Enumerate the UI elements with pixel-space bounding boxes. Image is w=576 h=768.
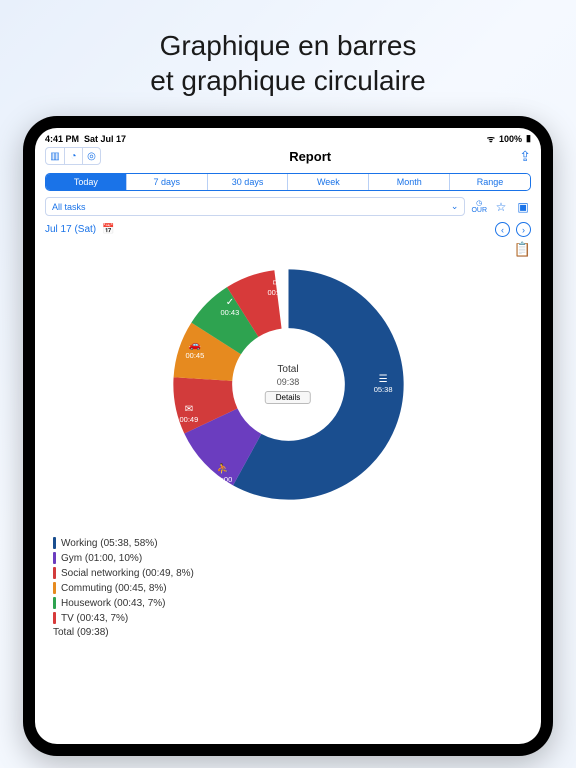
slice-label-tv: ▭00:43 xyxy=(268,277,287,297)
page-title: Report xyxy=(289,149,331,164)
chart-area: 📋 Total 09:38 Details xyxy=(35,239,541,529)
calendar-icon[interactable]: 📅 xyxy=(102,224,114,235)
slice-label-housework: ✓00:43 xyxy=(221,297,240,317)
pie-chart-icon[interactable]: ◔ xyxy=(64,148,82,164)
nav-bar: ▥ ◔ ◎ Report ⇪ xyxy=(35,145,541,169)
chevron-down-icon: ⌄ xyxy=(451,201,459,212)
screen: 4:41 PM Sat Jul 17 ᯤ 100% ▮ ▥ ◔ ◎ Report… xyxy=(35,128,541,744)
task-filter-select[interactable]: All tasks ⌄ xyxy=(45,197,465,216)
next-day-button[interactable]: › xyxy=(516,222,531,237)
device-frame: 4:41 PM Sat Jul 17 ᯤ 100% ▮ ▥ ◔ ◎ Report… xyxy=(23,116,553,756)
seg-month[interactable]: Month xyxy=(368,174,449,190)
wifi-icon: ᯤ xyxy=(487,132,495,145)
seg-7days[interactable]: 7 days xyxy=(126,174,207,190)
legend-item: Gym (01:00, 10%) xyxy=(53,552,523,564)
legend-item: Commuting (00:45, 8%) xyxy=(53,582,523,594)
seg-today[interactable]: Today xyxy=(46,174,126,190)
chart-center: Total 09:38 Details xyxy=(265,364,311,404)
period-segmented[interactable]: Today 7 days 30 days Week Month Range xyxy=(45,173,531,191)
legend-item: TV (00:43, 7%) xyxy=(53,612,523,624)
date-label[interactable]: Jul 17 (Sat) xyxy=(45,224,96,235)
center-title: Total xyxy=(265,364,311,375)
donut-chart: Total 09:38 Details ☰05:38 ⛹01:00 ✉00:49… xyxy=(166,262,411,507)
date-row: Jul 17 (Sat) 📅 ‹ › xyxy=(35,218,541,239)
bar-chart-icon[interactable]: ▥ xyxy=(46,148,64,164)
status-bar: 4:41 PM Sat Jul 17 ᯤ 100% ▮ xyxy=(35,128,541,145)
save-preset-icon[interactable]: ▣ xyxy=(515,200,531,214)
legend-item: Housework (00:43, 7%) xyxy=(53,597,523,609)
star-icon[interactable]: ☆ xyxy=(493,200,509,214)
slice-label-commuting: 🚗00:45 xyxy=(186,340,205,360)
export-icon[interactable]: 📋 xyxy=(514,241,531,258)
prev-day-button[interactable]: ‹ xyxy=(495,222,510,237)
share-icon[interactable]: ⇪ xyxy=(519,148,531,165)
legend: Working (05:38, 58%) Gym (01:00, 10%) So… xyxy=(35,529,541,649)
battery-icon: ▮ xyxy=(526,133,531,144)
seg-range[interactable]: Range xyxy=(449,174,530,190)
legend-item: Working (05:38, 58%) xyxy=(53,537,523,549)
view-mode-toggle[interactable]: ▥ ◔ ◎ xyxy=(45,147,101,165)
legend-item: Social networking (00:49, 8%) xyxy=(53,567,523,579)
seg-30days[interactable]: 30 days xyxy=(207,174,288,190)
clock-our-icon[interactable]: ◷OUR xyxy=(471,200,487,214)
slice-label-social: ✉00:49 xyxy=(180,404,199,424)
slice-label-working: ☰05:38 xyxy=(374,374,393,394)
details-button[interactable]: Details xyxy=(265,391,311,404)
center-total: 09:38 xyxy=(265,377,311,387)
slice-label-gym: ⛹01:00 xyxy=(214,464,233,484)
target-icon[interactable]: ◎ xyxy=(82,148,100,164)
legend-total: Total (09:38) xyxy=(53,627,523,638)
filter-row: All tasks ⌄ ◷OUR ☆ ▣ xyxy=(35,195,541,218)
seg-week[interactable]: Week xyxy=(287,174,368,190)
promo-title: Graphique en barres et graphique circula… xyxy=(0,0,576,116)
